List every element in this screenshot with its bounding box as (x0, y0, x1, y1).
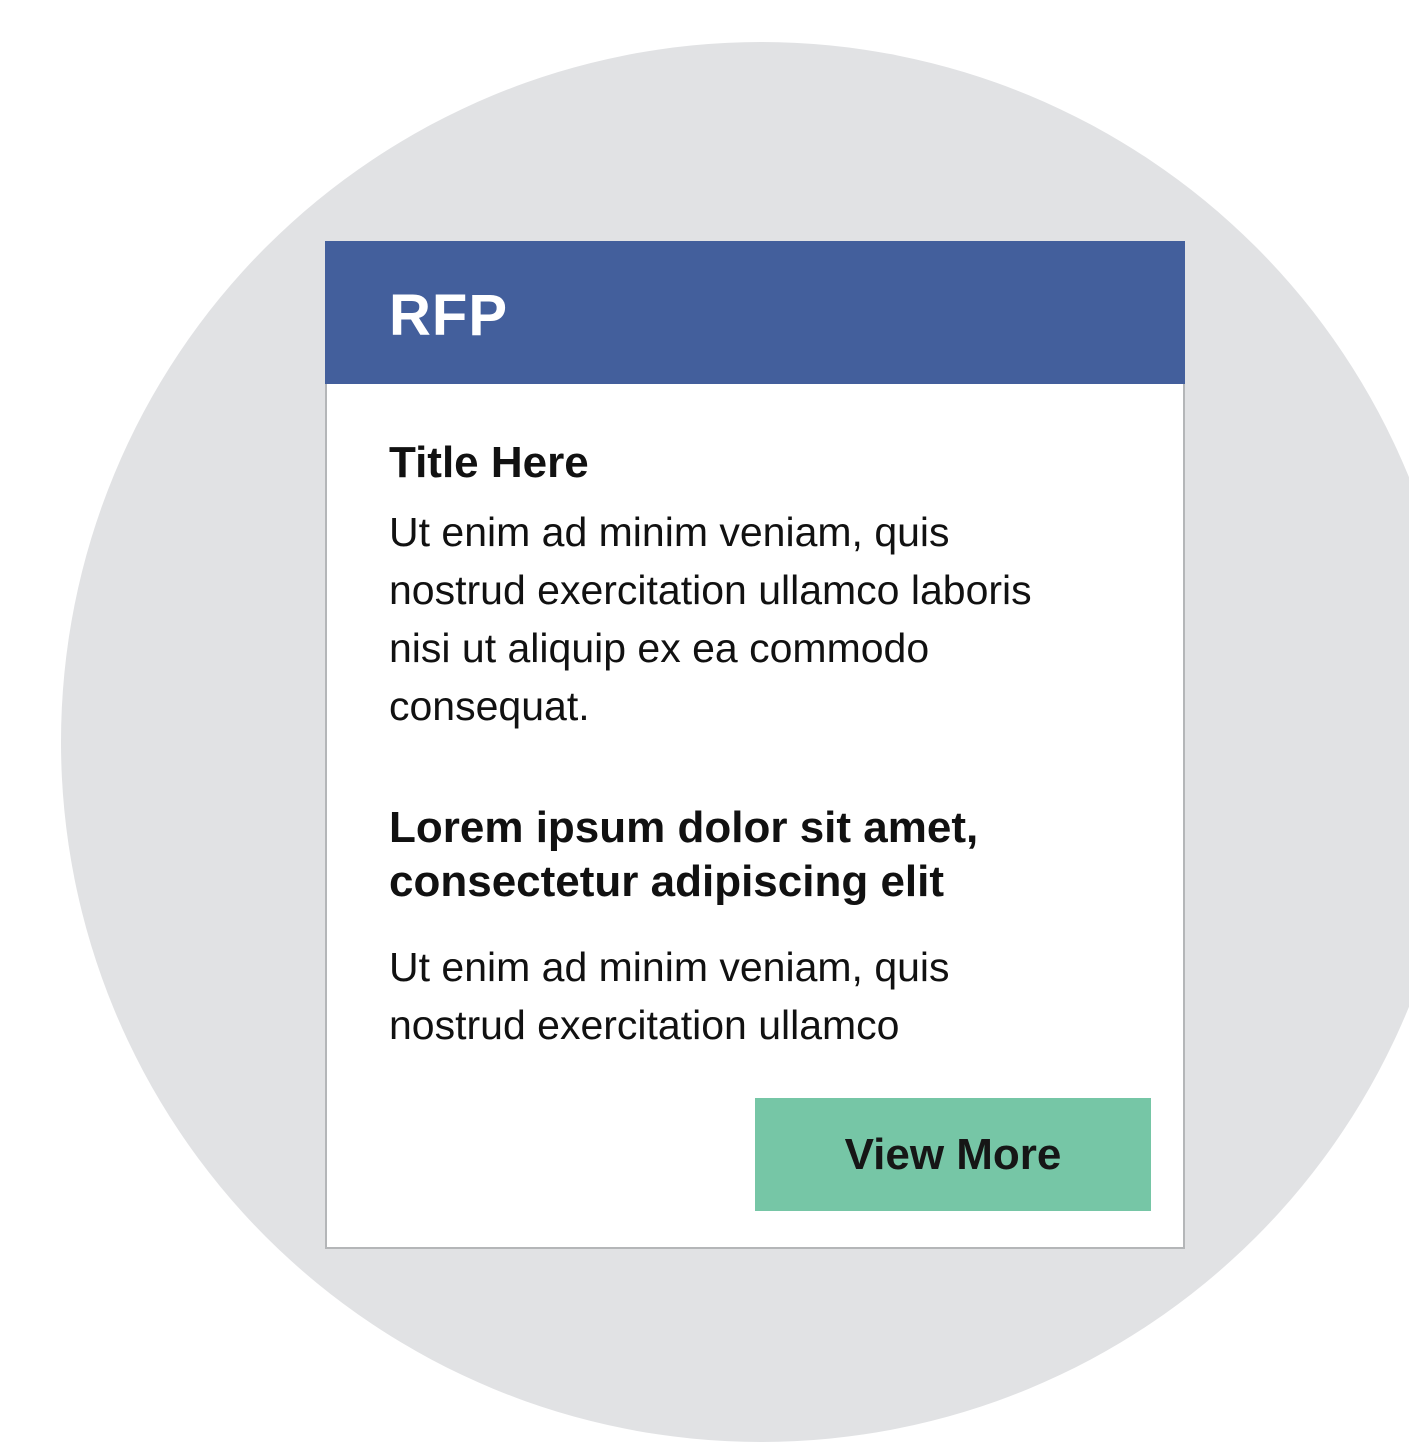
card-header: RFP (325, 241, 1185, 384)
rfp-card: RFP Title Here Ut enim ad minim veniam, … (325, 241, 1185, 1249)
section-body: Ut enim ad minim veniam, quis nostrud ex… (389, 509, 1032, 729)
illustration-stage: RFP Title Here Ut enim ad minim veniam, … (0, 0, 1409, 1442)
card-header-title: RFP (389, 283, 508, 348)
section-body: Ut enim ad minim veniam, quis nostrud ex… (389, 944, 950, 1048)
section-title: Title Here (389, 438, 589, 487)
section-title: Lorem ipsum dolor sit amet, consectetur … (389, 803, 979, 906)
view-more-button[interactable]: View More (755, 1098, 1151, 1211)
